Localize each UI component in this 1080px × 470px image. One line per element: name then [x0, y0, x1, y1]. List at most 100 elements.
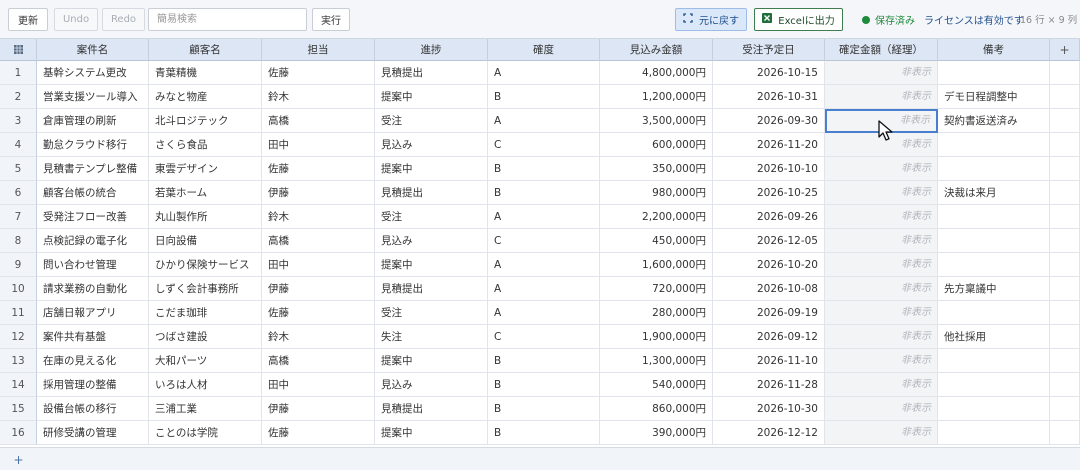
project-name-cell[interactable]: 勤怠クラウド移行 [37, 133, 149, 157]
project-name-cell[interactable]: 点検記録の電子化 [37, 229, 149, 253]
column-header[interactable]: 顧客名 [149, 39, 262, 61]
expected-amount-cell[interactable]: 720,000円 [600, 277, 713, 301]
expected-amount-cell[interactable]: 4,800,000円 [600, 61, 713, 85]
progress-cell[interactable]: 受注 [375, 205, 488, 229]
probability-cell[interactable]: B [488, 349, 600, 373]
project-name-cell[interactable]: 問い合わせ管理 [37, 253, 149, 277]
empty-cell[interactable] [1050, 301, 1080, 325]
expected-amount-cell[interactable]: 1,600,000円 [600, 253, 713, 277]
empty-cell[interactable] [1050, 277, 1080, 301]
column-header[interactable]: 見込み金額 [600, 39, 713, 61]
order-date-cell[interactable]: 2026-09-19 [713, 301, 825, 325]
corner-grid-icon[interactable] [0, 39, 37, 61]
project-name-cell[interactable]: 店舗日報アプリ [37, 301, 149, 325]
notes-cell[interactable] [938, 133, 1050, 157]
customer-cell[interactable]: つばさ建設 [149, 325, 262, 349]
owner-cell[interactable]: 田中 [262, 253, 375, 277]
empty-cell[interactable] [1050, 373, 1080, 397]
probability-cell[interactable]: B [488, 421, 600, 445]
expected-amount-cell[interactable]: 540,000円 [600, 373, 713, 397]
progress-cell[interactable]: 見積提出 [375, 277, 488, 301]
project-name-cell[interactable]: 案件共有基盤 [37, 325, 149, 349]
column-header[interactable]: 案件名 [37, 39, 149, 61]
probability-cell[interactable]: C [488, 229, 600, 253]
progress-cell[interactable]: 受注 [375, 109, 488, 133]
expected-amount-cell[interactable]: 600,000円 [600, 133, 713, 157]
excel-export-button[interactable]: Excelに出力 [754, 8, 843, 31]
project-name-cell[interactable]: 見積書テンプレ整備 [37, 157, 149, 181]
owner-cell[interactable]: 鈴木 [262, 85, 375, 109]
confirmed-amount-cell[interactable]: 非表示 [825, 397, 938, 421]
search-input[interactable] [148, 8, 307, 31]
customer-cell[interactable]: 三浦工業 [149, 397, 262, 421]
restore-button[interactable]: 元に戻す [675, 8, 747, 31]
order-date-cell[interactable]: 2026-11-10 [713, 349, 825, 373]
expected-amount-cell[interactable]: 2,200,000円 [600, 205, 713, 229]
add-row-button[interactable]: + [0, 448, 37, 470]
owner-cell[interactable]: 高橋 [262, 109, 375, 133]
order-date-cell[interactable]: 2026-09-12 [713, 325, 825, 349]
empty-cell[interactable] [1050, 421, 1080, 445]
customer-cell[interactable]: 東雲デザイン [149, 157, 262, 181]
expected-amount-cell[interactable]: 3,500,000円 [600, 109, 713, 133]
owner-cell[interactable]: 佐藤 [262, 421, 375, 445]
progress-cell[interactable]: 見積提出 [375, 61, 488, 85]
progress-cell[interactable]: 提案中 [375, 157, 488, 181]
confirmed-amount-cell[interactable]: 非表示 [825, 277, 938, 301]
confirmed-amount-cell[interactable]: 非表示 [825, 325, 938, 349]
empty-cell[interactable] [1050, 349, 1080, 373]
progress-cell[interactable]: 見積提出 [375, 397, 488, 421]
customer-cell[interactable]: しずく会計事務所 [149, 277, 262, 301]
owner-cell[interactable]: 高橋 [262, 349, 375, 373]
customer-cell[interactable]: みなと物産 [149, 85, 262, 109]
confirmed-amount-cell[interactable]: 非表示 [825, 229, 938, 253]
column-header[interactable]: 進捗 [375, 39, 488, 61]
progress-cell[interactable]: 失注 [375, 325, 488, 349]
order-date-cell[interactable]: 2026-10-15 [713, 61, 825, 85]
customer-cell[interactable]: 大和パーツ [149, 349, 262, 373]
order-date-cell[interactable]: 2026-10-31 [713, 85, 825, 109]
progress-cell[interactable]: 提案中 [375, 85, 488, 109]
project-name-cell[interactable]: 請求業務の自動化 [37, 277, 149, 301]
undo-button[interactable]: Undo [54, 8, 98, 31]
probability-cell[interactable]: B [488, 157, 600, 181]
owner-cell[interactable]: 伊藤 [262, 397, 375, 421]
order-date-cell[interactable]: 2026-10-20 [713, 253, 825, 277]
confirmed-amount-cell[interactable]: 非表示 [825, 61, 938, 85]
redo-button[interactable]: Redo [102, 8, 145, 31]
customer-cell[interactable]: ことのは学院 [149, 421, 262, 445]
notes-cell[interactable] [938, 229, 1050, 253]
notes-cell[interactable] [938, 349, 1050, 373]
order-date-cell[interactable]: 2026-10-25 [713, 181, 825, 205]
notes-cell[interactable] [938, 373, 1050, 397]
empty-cell[interactable] [1050, 157, 1080, 181]
confirmed-amount-cell[interactable]: 非表示 [825, 253, 938, 277]
progress-cell[interactable]: 見込み [375, 373, 488, 397]
probability-cell[interactable]: C [488, 325, 600, 349]
expected-amount-cell[interactable]: 280,000円 [600, 301, 713, 325]
probability-cell[interactable]: B [488, 85, 600, 109]
project-name-cell[interactable]: 営業支援ツール導入 [37, 85, 149, 109]
order-date-cell[interactable]: 2026-12-05 [713, 229, 825, 253]
notes-cell[interactable] [938, 397, 1050, 421]
expected-amount-cell[interactable]: 1,300,000円 [600, 349, 713, 373]
column-header[interactable]: 確定金額（経理） [825, 39, 938, 61]
owner-cell[interactable]: 田中 [262, 373, 375, 397]
order-date-cell[interactable]: 2026-09-30 [713, 109, 825, 133]
empty-cell[interactable] [1050, 181, 1080, 205]
notes-cell[interactable] [938, 157, 1050, 181]
empty-cell[interactable] [1050, 109, 1080, 133]
owner-cell[interactable]: 鈴木 [262, 325, 375, 349]
project-name-cell[interactable]: 在庫の見える化 [37, 349, 149, 373]
confirmed-amount-cell[interactable]: 非表示 [825, 181, 938, 205]
notes-cell[interactable] [938, 421, 1050, 445]
notes-cell[interactable]: デモ日程調整中 [938, 85, 1050, 109]
probability-cell[interactable]: A [488, 109, 600, 133]
owner-cell[interactable]: 伊藤 [262, 181, 375, 205]
confirmed-amount-cell[interactable]: 非表示 [825, 301, 938, 325]
owner-cell[interactable]: 高橋 [262, 229, 375, 253]
probability-cell[interactable]: A [488, 301, 600, 325]
add-column-button[interactable]: + [1050, 39, 1080, 61]
notes-cell[interactable] [938, 301, 1050, 325]
empty-cell[interactable] [1050, 325, 1080, 349]
